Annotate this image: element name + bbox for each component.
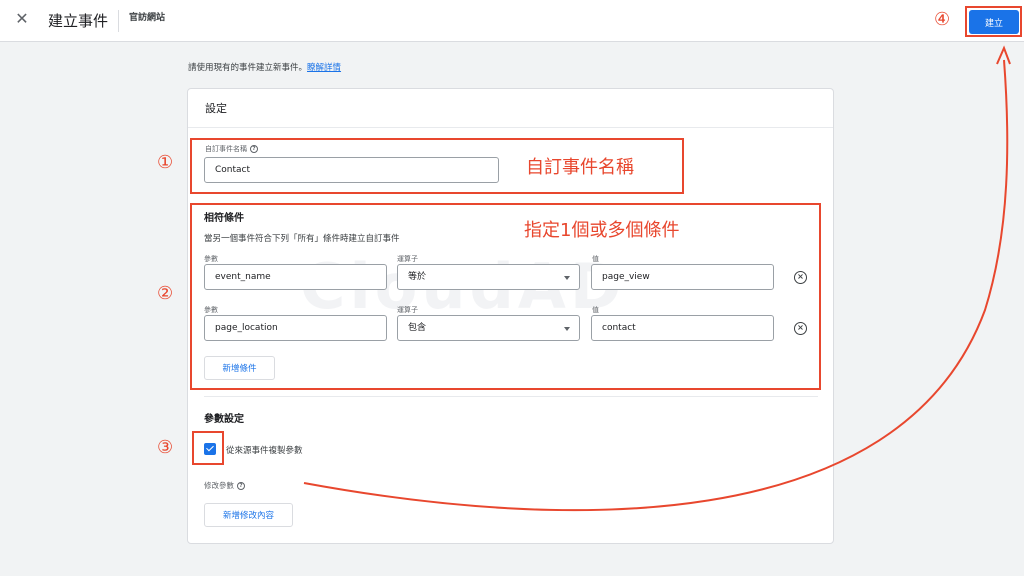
learn-more-link[interactable]: 瞭解詳情 xyxy=(307,63,341,73)
property-name: 官訪網站 xyxy=(129,13,166,23)
hint-text: 請使用現有的事件建立新事件。瞭解詳情 xyxy=(188,61,341,73)
divider xyxy=(188,127,833,128)
annotation-number-4: ④ xyxy=(934,9,951,30)
help-icon[interactable]: ? xyxy=(237,482,245,490)
annotation-text-2: 指定1個或多個條件 xyxy=(524,220,680,241)
annotation-number-3: ③ xyxy=(157,437,174,458)
divider xyxy=(204,396,818,397)
annotation-box-2 xyxy=(190,203,821,390)
add-modification-button[interactable]: 新增修改內容 xyxy=(204,503,293,527)
annotation-number-1: ① xyxy=(157,152,174,173)
close-icon[interactable]: ✕ xyxy=(13,10,31,28)
annotation-number-2: ② xyxy=(157,283,174,304)
page-title: 建立事件 xyxy=(48,12,109,30)
params-title: 參數設定 xyxy=(204,414,244,425)
annotation-box-4 xyxy=(965,6,1022,37)
copy-params-label: 從來源事件複製參數 xyxy=(226,446,303,456)
modify-params-label: 修改參數? xyxy=(204,480,245,491)
annotation-box-3 xyxy=(192,431,224,465)
annotation-text-1: 自訂事件名稱 xyxy=(526,157,634,178)
hint-message: 請使用現有的事件建立新事件。 xyxy=(188,63,308,73)
settings-title: 設定 xyxy=(205,102,227,115)
title-divider xyxy=(118,10,119,32)
top-bar: ✕ 建立事件 官訪網站 建立 xyxy=(0,0,1024,42)
modify-params-label-text: 修改參數 xyxy=(204,481,234,490)
